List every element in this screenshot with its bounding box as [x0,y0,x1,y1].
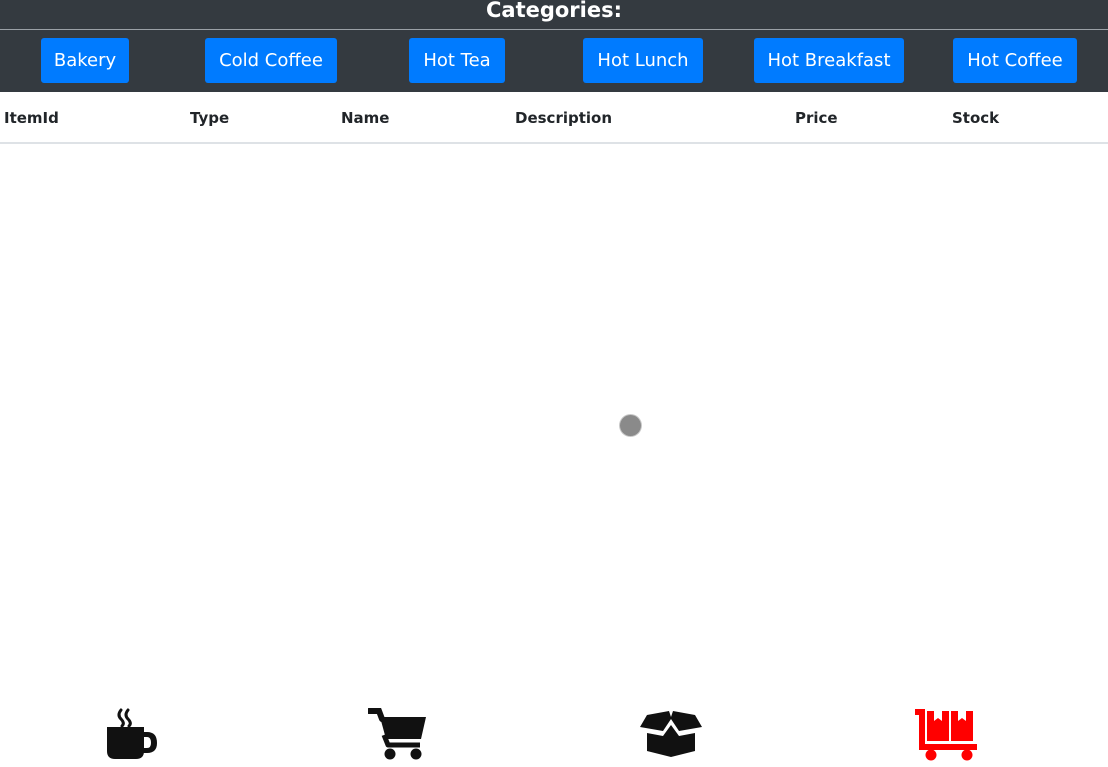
box-open-icon [640,711,702,757]
nav-cart-button[interactable] [368,707,428,761]
items-table-header: ItemId Type Name Description Price Stock [0,92,1108,144]
categories-header: Categories: Bakery Cold Coffee Hot Tea H… [0,0,1108,92]
mug-hot-icon [107,708,157,759]
shopping-cart-icon [368,708,426,760]
dolly-flatbed-icon [915,709,977,761]
category-button-hot-breakfast[interactable]: Hot Breakfast [754,38,904,83]
column-header-itemid[interactable]: ItemId [4,92,59,142]
page-title: Categories: [485,0,623,22]
column-header-description[interactable]: Description [515,92,612,142]
nav-menu-button[interactable] [104,707,158,761]
column-header-type[interactable]: Type [190,92,229,142]
loading-indicator [620,415,641,436]
column-header-price[interactable]: Price [795,92,838,142]
category-button-hot-tea[interactable]: Hot Tea [409,38,505,83]
category-button-hot-coffee[interactable]: Hot Coffee [953,38,1077,83]
nav-delivery-button[interactable] [913,707,979,761]
nav-inventory-button[interactable] [639,707,703,759]
category-button-cold-coffee[interactable]: Cold Coffee [205,38,337,83]
column-header-name[interactable]: Name [341,92,389,142]
category-button-hot-lunch[interactable]: Hot Lunch [583,38,703,83]
header-divider [0,29,1108,30]
column-header-stock[interactable]: Stock [952,92,999,142]
category-button-bakery[interactable]: Bakery [41,38,129,83]
